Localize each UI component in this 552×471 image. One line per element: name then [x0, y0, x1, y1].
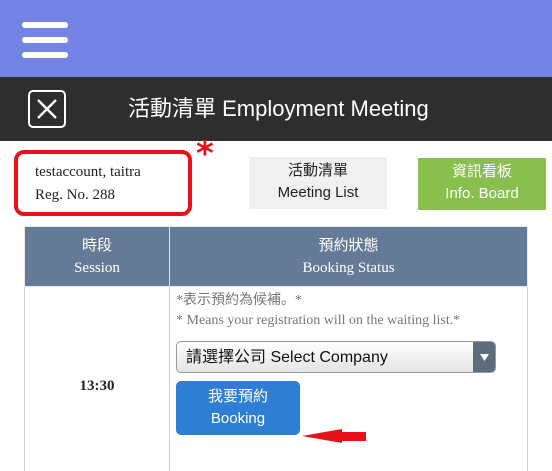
- account-name: testaccount, taitra: [35, 164, 141, 180]
- session-column-header: 時段 Session: [24, 226, 170, 287]
- dropdown-arrow-icon[interactable]: [473, 342, 495, 372]
- booking-status-column-header: 預約狀態 Booking Status: [169, 226, 528, 287]
- pointer-arrow-icon: [302, 429, 366, 443]
- hamburger-menu-icon[interactable]: [22, 22, 68, 58]
- session-header-zh: 時段: [81, 237, 112, 254]
- info-board-label-en: Info. Board: [445, 185, 519, 202]
- registration-number: Reg. No. 288: [35, 187, 115, 203]
- table-row: 13:30 *表示預約為候補。* * Means your registrati…: [24, 286, 528, 471]
- top-bar: [0, 0, 552, 77]
- account-info-box: testaccount, taitra Reg. No. 288: [14, 150, 192, 216]
- session-time: 13:30: [24, 286, 170, 471]
- info-board-label-zh: 資訊看板: [451, 163, 512, 180]
- booking-label-en: Booking: [210, 410, 266, 427]
- info-board-button[interactable]: 資訊看板 Info. Board: [418, 158, 546, 210]
- booking-status-header-en: Booking Status: [302, 259, 395, 276]
- close-icon[interactable]: [28, 90, 66, 128]
- waiting-list-note-zh: *表示預約為候補。*: [176, 293, 302, 308]
- select-company-dropdown[interactable]: 請選擇公司 Select Company: [176, 341, 496, 373]
- select-company-value: 請選擇公司 Select Company: [186, 349, 388, 366]
- booking-label-zh: 我要預約: [207, 388, 268, 405]
- meeting-list-label-en: Meeting List: [277, 184, 359, 201]
- highlight-asterisk: *: [196, 134, 214, 174]
- meeting-list-label-zh: 活動清單: [287, 162, 348, 179]
- meeting-list-button[interactable]: 活動清單 Meeting List: [249, 157, 387, 209]
- booking-status-header-zh: 預約狀態: [318, 237, 379, 254]
- waiting-list-note-en: * Means your registration will on the wa…: [176, 313, 461, 328]
- page-title: 活動清單 Employment Meeting: [128, 96, 429, 121]
- session-header-en: Session: [74, 259, 120, 276]
- table-header-row: 時段 Session 預約狀態 Booking Status: [24, 226, 528, 287]
- title-bar: 活動清單 Employment Meeting: [0, 77, 552, 141]
- booking-button[interactable]: 我要預約 Booking: [176, 381, 300, 435]
- booking-table: 時段 Session 預約狀態 Booking Status 13:30 *表示…: [24, 226, 528, 471]
